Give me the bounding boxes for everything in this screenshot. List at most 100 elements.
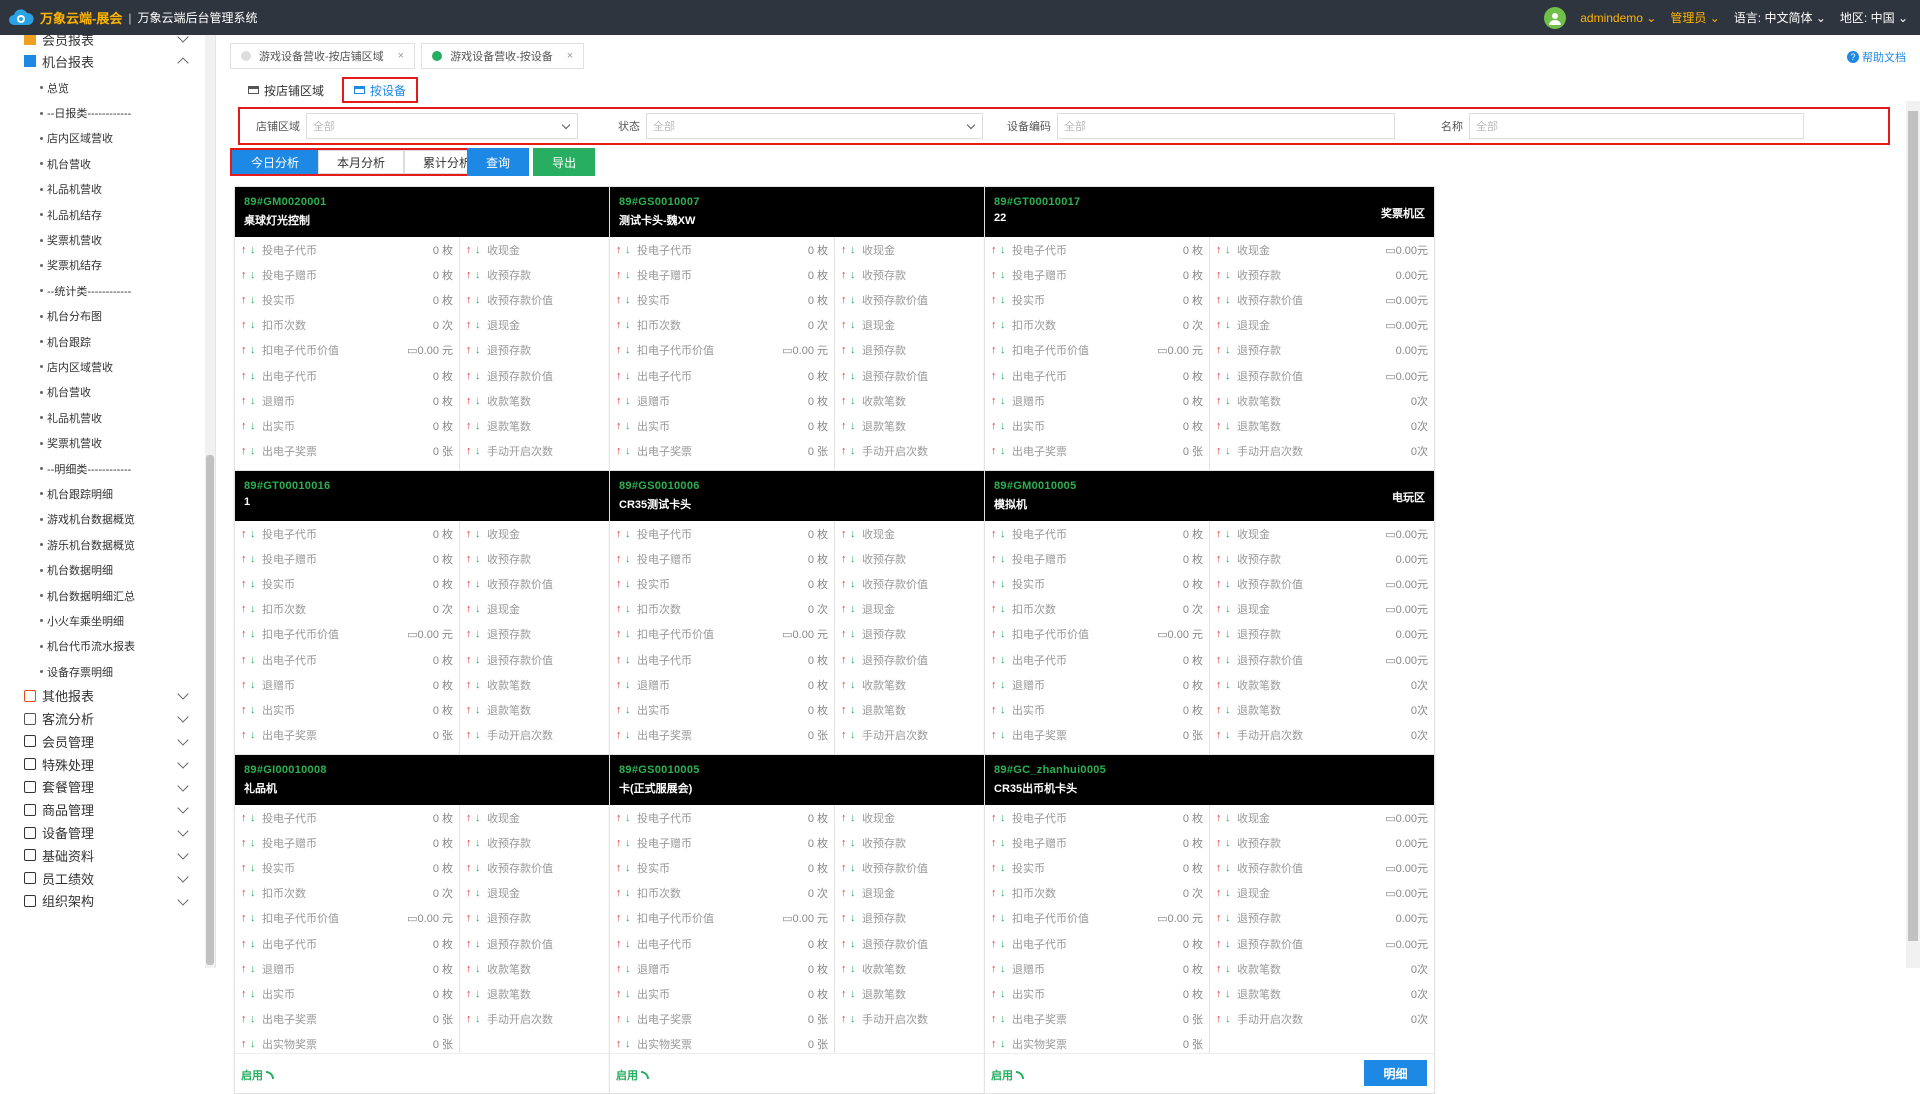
- sidebar-group-member-report[interactable]: 会员报表: [0, 35, 215, 48]
- arrow-up-icon: ↑: [841, 887, 847, 900]
- sidebar-sub-item[interactable]: 机台分布图: [0, 304, 215, 329]
- device-code-input[interactable]: 全部: [1057, 113, 1395, 139]
- sidebar-sub-item[interactable]: 机台代币流水报表: [0, 634, 215, 659]
- today-analysis-button[interactable]: 今日分析: [232, 150, 319, 174]
- sidebar-group[interactable]: 员工绩效: [0, 867, 215, 890]
- export-button[interactable]: 导出: [533, 148, 596, 176]
- role-menu[interactable]: 管理员 ⌄: [1670, 9, 1719, 26]
- sidebar-sub-item[interactable]: 机台数据明细汇总: [0, 583, 215, 608]
- sidebar-sub-item[interactable]: 游乐机台数据概览: [0, 532, 215, 557]
- metric-label: 退赠币: [262, 963, 295, 976]
- arrow-down-icon: ↓: [1000, 912, 1006, 925]
- metric-label: 投电子代币: [1012, 244, 1067, 257]
- metric-row: ↑ ↓ 出电子奖票 0 张: [985, 1007, 1209, 1032]
- sidebar-sub-item[interactable]: 小火车乘坐明细: [0, 608, 215, 633]
- sidebar-group[interactable]: 套餐管理: [0, 776, 215, 799]
- tab-by-device[interactable]: 游戏设备营收-按设备 ×: [421, 43, 585, 69]
- sidebar-sub-item[interactable]: 礼品机结存: [0, 202, 215, 227]
- metric-label: 扣币次数: [637, 604, 681, 617]
- query-button[interactable]: 查询: [467, 148, 530, 176]
- sidebar-group[interactable]: 基础资料: [0, 844, 215, 867]
- metric-row: ↑↓ 退预存款价值 ▭0.00元: [1210, 647, 1434, 672]
- sidebar-group[interactable]: 其他报表: [0, 684, 215, 707]
- store-area-select[interactable]: 全部: [306, 113, 578, 139]
- arrow-up-icon: ↑: [841, 962, 847, 975]
- sidebar-group-machine-report[interactable]: 机台报表: [0, 47, 215, 75]
- sidebar-group[interactable]: 商品管理: [0, 798, 215, 821]
- month-analysis-button[interactable]: 本月分析: [318, 150, 405, 174]
- sidebar-sub-item[interactable]: 设备存票明细: [0, 659, 215, 684]
- metric-label: 投电子赠币: [262, 837, 317, 850]
- sidebar-sub-item[interactable]: 机台营收: [0, 151, 215, 176]
- arrow-up-icon: ↑: [241, 962, 247, 975]
- arrow-down-icon: ↓: [625, 628, 631, 641]
- subtab-by-store-area[interactable]: 按店铺区域: [238, 77, 334, 103]
- sidebar-sub-item[interactable]: 店内区域营收: [0, 126, 215, 151]
- sidebar-sub-item[interactable]: --明细类------------: [0, 456, 215, 481]
- subtab-by-device[interactable]: 按设备: [342, 77, 419, 103]
- arrow-up-icon: ↑: [1216, 703, 1222, 716]
- arrow-down-icon: ↓: [250, 527, 256, 540]
- sidebar-sub-item[interactable]: 机台数据明细: [0, 557, 215, 582]
- sidebar-sub-item[interactable]: 礼品机营收: [0, 405, 215, 430]
- metric-value: 0 次: [432, 320, 453, 333]
- metric-row: ↑ ↓ 出实币 0 枚: [235, 697, 459, 722]
- metric-label: 投电子赠币: [1012, 269, 1067, 282]
- help-doc-link[interactable]: ? 帮助文档: [1847, 49, 1906, 65]
- region-menu[interactable]: 地区: 中国 ⌄: [1840, 9, 1908, 26]
- tab-by-store-area[interactable]: 游戏设备营收-按店铺区域 ×: [230, 43, 416, 69]
- sidebar-sub-item[interactable]: 游戏机台数据概览: [0, 507, 215, 532]
- sidebar-group[interactable]: 设备管理: [0, 821, 215, 844]
- tab-status-dot-icon: [432, 51, 443, 61]
- main-scrollbar[interactable]: [1906, 101, 1920, 968]
- sidebar-sub-item[interactable]: 店内区域营收: [0, 354, 215, 379]
- sidebar-sub-item[interactable]: --统计类------------: [0, 278, 215, 303]
- metric-label: 出实币: [637, 420, 670, 433]
- user-menu[interactable]: admindemo ⌄: [1580, 11, 1656, 25]
- arrow-down-icon: ↓: [1225, 729, 1231, 742]
- sidebar-sub-item[interactable]: 奖票机营收: [0, 227, 215, 252]
- sidebar-group[interactable]: 特殊处理: [0, 753, 215, 776]
- name-input[interactable]: 全部: [1469, 113, 1804, 139]
- sidebar-sub-item[interactable]: 机台跟踪明细: [0, 481, 215, 506]
- main-scroll-thumb[interactable]: [1908, 111, 1918, 941]
- metric-row: ↑ ↓ 出电子代币 0 枚: [235, 647, 459, 672]
- sidebar-sub-item[interactable]: 机台营收: [0, 380, 215, 405]
- language-menu[interactable]: 语言: 中文简体 ⌄: [1734, 9, 1826, 26]
- sidebar-sub-item[interactable]: 礼品机营收: [0, 177, 215, 202]
- metric-value: ▭0.00元: [1385, 654, 1428, 667]
- detail-button[interactable]: 明细: [1364, 1060, 1427, 1086]
- sidebar-sub-item[interactable]: 总览: [0, 75, 215, 100]
- metric-row: ↑ ↓ 扣电子代币价值 ▭0.00 元: [985, 622, 1209, 647]
- arrow-down-icon: ↓: [1225, 577, 1231, 590]
- metric-label: 退预存款价值: [1237, 654, 1303, 667]
- metric-value: 0 张: [432, 1039, 453, 1052]
- metric-value: ▭0.00元: [1385, 938, 1428, 951]
- arrow-down-icon: ↓: [625, 987, 631, 1000]
- arrow-up-icon: ↑: [466, 344, 472, 357]
- metric-label: 投电子代币: [637, 244, 692, 257]
- close-icon[interactable]: ×: [567, 50, 573, 62]
- arrow-down-icon: ↓: [250, 912, 256, 925]
- arrow-up-icon: ↑: [841, 552, 847, 565]
- status-select[interactable]: 全部: [646, 113, 983, 139]
- metric-value: 0 枚: [1182, 679, 1203, 692]
- close-icon[interactable]: ×: [398, 50, 404, 62]
- arrow-up-icon: ↑: [1216, 962, 1222, 975]
- sidebar-group[interactable]: 会员管理: [0, 730, 215, 753]
- metric-row: ↑ ↓ 出电子奖票 0 张: [985, 439, 1209, 464]
- sidebar-group[interactable]: 组织架构: [0, 890, 215, 913]
- sidebar-sub-item[interactable]: 奖票机营收: [0, 430, 215, 455]
- sidebar-group-label: 商品管理: [42, 803, 95, 819]
- sidebar-sub-item[interactable]: 奖票机结存: [0, 253, 215, 278]
- sidebar-sub-item[interactable]: --日报类------------: [0, 100, 215, 125]
- sidebar-group[interactable]: 客流分析: [0, 707, 215, 730]
- metric-row: ↑ ↓ 扣币次数 0 次: [235, 313, 459, 338]
- arrow-up-icon: ↑: [841, 527, 847, 540]
- arrow-down-icon: ↓: [1000, 1038, 1006, 1051]
- metric-label: 扣币次数: [637, 320, 681, 333]
- action-bar: 今日分析 本月分析 累计分析 查询 导出: [230, 148, 596, 176]
- metric-label: 扣电子代币价值: [262, 629, 339, 642]
- sidebar-sub-item[interactable]: 机台跟踪: [0, 329, 215, 354]
- user-avatar-icon[interactable]: [1544, 6, 1567, 29]
